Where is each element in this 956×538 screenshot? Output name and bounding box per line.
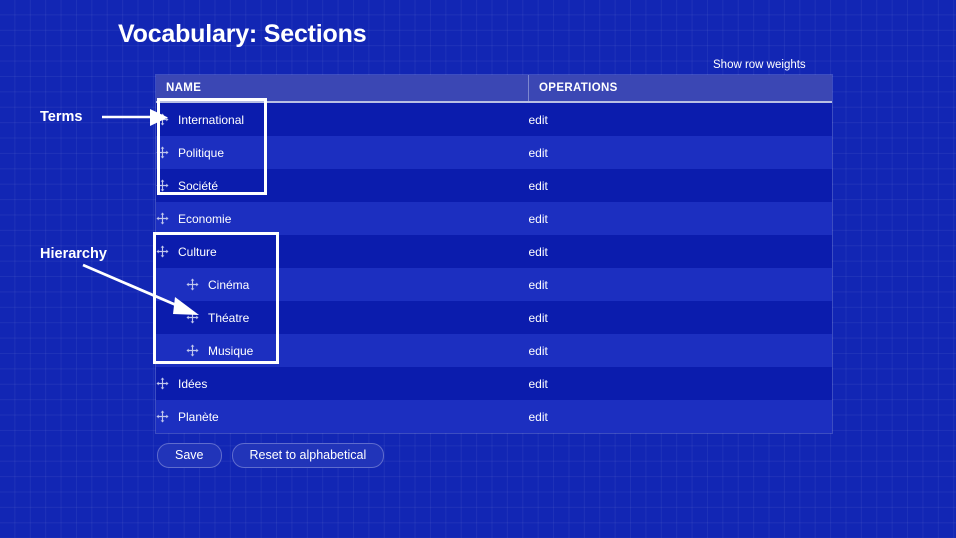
show-row-weights-link[interactable]: Show row weights bbox=[713, 59, 806, 71]
save-button[interactable]: Save bbox=[157, 443, 222, 468]
table-cell-name: Culture bbox=[156, 235, 529, 268]
move-icon[interactable] bbox=[156, 146, 169, 159]
column-header-name: NAME bbox=[156, 75, 529, 103]
move-icon[interactable] bbox=[156, 245, 169, 258]
table-row[interactable]: Politique edit bbox=[156, 136, 832, 169]
table-cell-operations: edit bbox=[528, 334, 832, 367]
move-icon[interactable] bbox=[186, 278, 199, 291]
table-cell-name: International bbox=[156, 102, 529, 136]
edit-link[interactable]: edit bbox=[529, 146, 548, 160]
reset-to-alphabetical-button[interactable]: Reset to alphabetical bbox=[231, 443, 385, 468]
move-icon[interactable] bbox=[156, 179, 169, 192]
table-cell-name: Société bbox=[156, 169, 529, 202]
move-icon[interactable] bbox=[186, 311, 199, 324]
table-cell-operations: edit bbox=[528, 268, 832, 301]
table-row[interactable]: Cinéma edit bbox=[156, 268, 832, 301]
table-cell-operations: edit bbox=[528, 136, 832, 169]
table-cell-name: Politique bbox=[156, 136, 529, 169]
term-name-label: Musique bbox=[208, 343, 254, 358]
table-row[interactable]: Société edit bbox=[156, 169, 832, 202]
table-cell-operations: edit bbox=[528, 202, 832, 235]
term-name-label: Théatre bbox=[208, 310, 250, 325]
table-cell-name: Théatre bbox=[156, 301, 529, 334]
table-row[interactable]: Théatre edit bbox=[156, 301, 832, 334]
term-name-label: Cinéma bbox=[208, 277, 250, 292]
term-name-label: Société bbox=[178, 178, 219, 193]
table-row[interactable]: International edit bbox=[156, 102, 832, 136]
table-cell-operations: edit bbox=[528, 367, 832, 400]
term-name-label: Culture bbox=[178, 244, 217, 259]
table-cell-operations: edit bbox=[528, 301, 832, 334]
edit-link[interactable]: edit bbox=[529, 179, 548, 193]
column-header-operations: OPERATIONS bbox=[528, 75, 832, 103]
table-cell-name: Planète bbox=[156, 400, 529, 433]
edit-link[interactable]: edit bbox=[529, 377, 548, 391]
vocabulary-sections-table: NAME OPERATIONS International edit Politiq… bbox=[156, 75, 832, 433]
move-icon[interactable] bbox=[186, 344, 199, 357]
table-cell-name: Musique bbox=[156, 334, 529, 367]
table-cell-operations: edit bbox=[528, 102, 832, 136]
table-row[interactable]: Idées edit bbox=[156, 367, 832, 400]
table-cell-operations: edit bbox=[528, 169, 832, 202]
table-cell-name: Cinéma bbox=[156, 268, 529, 301]
edit-link[interactable]: edit bbox=[529, 410, 548, 424]
table-cell-operations: edit bbox=[528, 235, 832, 268]
table-cell-operations: edit bbox=[528, 400, 832, 433]
table-header: NAME OPERATIONS bbox=[156, 75, 832, 103]
table-cell-name: Idées bbox=[156, 367, 529, 400]
table-header-row: NAME OPERATIONS bbox=[156, 75, 832, 103]
edit-link[interactable]: edit bbox=[529, 311, 548, 325]
table-row[interactable]: Economie edit bbox=[156, 202, 832, 235]
move-icon[interactable] bbox=[156, 212, 169, 225]
term-name-label: Economie bbox=[178, 211, 232, 226]
edit-link[interactable]: edit bbox=[529, 245, 548, 259]
move-icon[interactable] bbox=[156, 113, 169, 126]
edit-link[interactable]: edit bbox=[529, 212, 548, 226]
table-row[interactable]: Culture edit bbox=[156, 235, 832, 268]
table-row[interactable]: Musique edit bbox=[156, 334, 832, 367]
table-body: International edit Politique edit Société edi… bbox=[156, 102, 832, 433]
term-name-label: Planète bbox=[178, 409, 219, 424]
term-name-label: Idées bbox=[178, 376, 208, 391]
term-name-label: International bbox=[178, 112, 245, 127]
edit-link[interactable]: edit bbox=[529, 278, 548, 292]
edit-link[interactable]: edit bbox=[529, 113, 548, 127]
edit-link[interactable]: edit bbox=[529, 344, 548, 358]
term-name-label: Politique bbox=[178, 145, 225, 160]
form-actions: Save Reset to alphabetical bbox=[157, 443, 385, 468]
table-row[interactable]: Planète edit bbox=[156, 400, 832, 433]
move-icon[interactable] bbox=[156, 377, 169, 390]
annotation-label-hierarchy: Hierarchy bbox=[40, 246, 107, 262]
table-cell-name: Economie bbox=[156, 202, 529, 235]
annotation-label-terms: Terms bbox=[40, 109, 83, 125]
page-title: Vocabulary: Sections bbox=[118, 20, 367, 48]
move-icon[interactable] bbox=[156, 410, 169, 423]
